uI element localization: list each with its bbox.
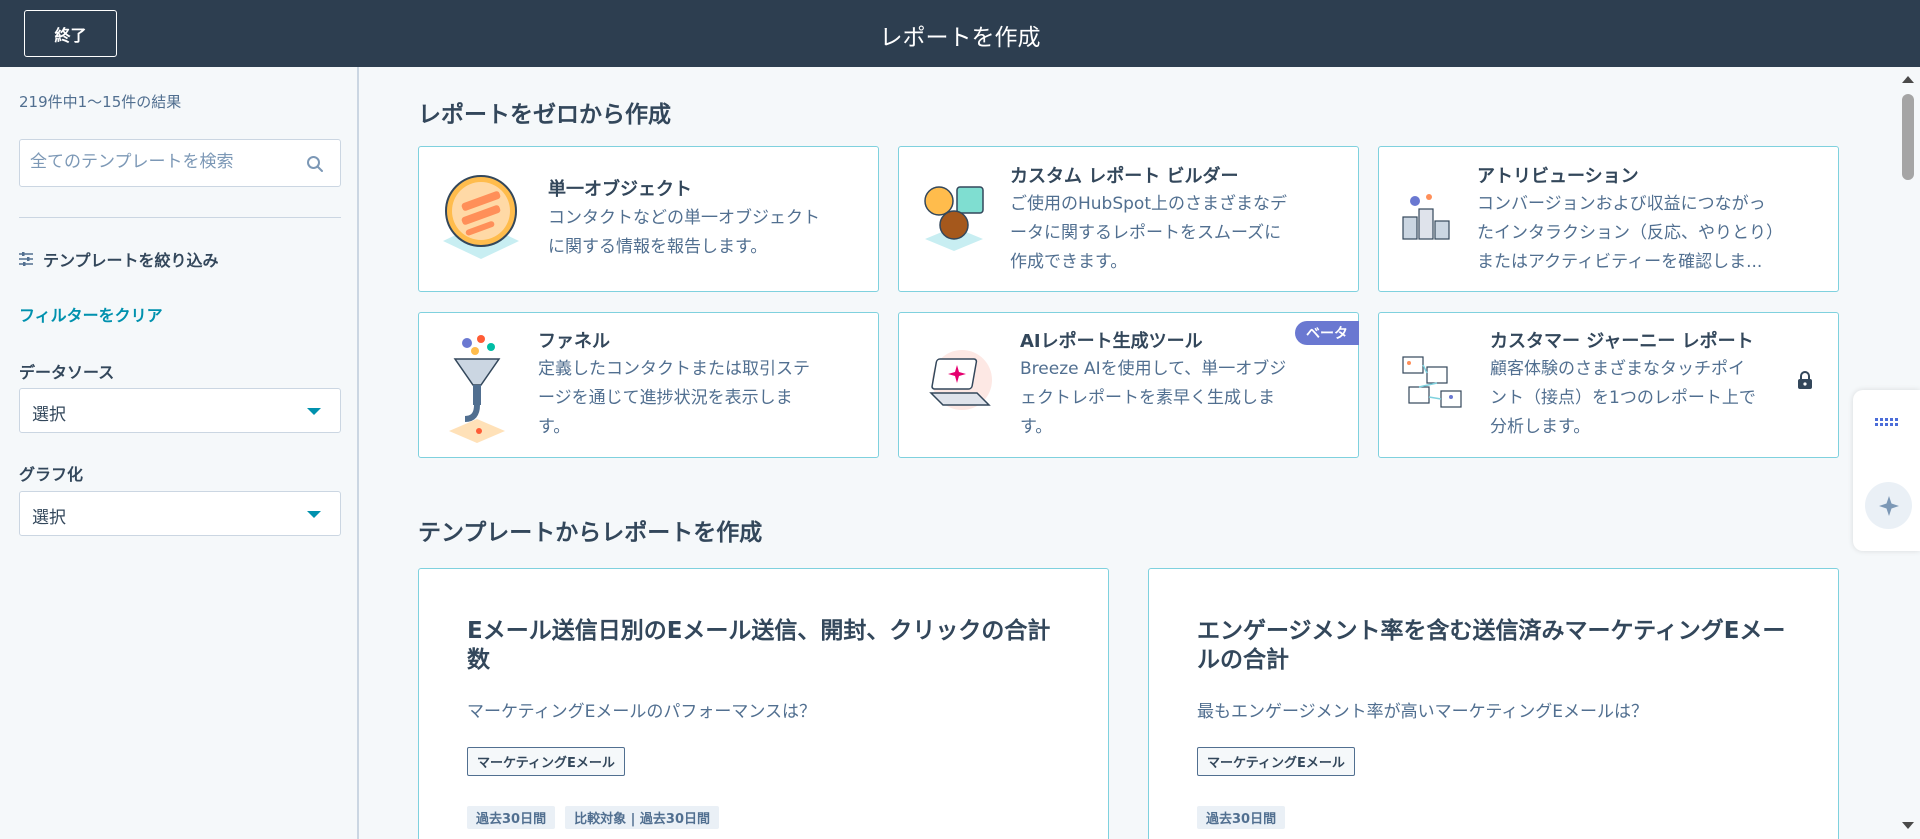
custom-report-builder-illustration — [924, 186, 984, 251]
single-object-illustration — [443, 175, 519, 259]
compare-range-chip: 比較対象 | 過去30日間 — [565, 806, 719, 829]
single-object-card[interactable]: 単一オブジェクト コンタクトなどの単一オブジェクト に関する情報を報告します。 — [418, 146, 879, 292]
date-range-chips: 過去30日間 比較対象 | 過去30日間 — [467, 806, 719, 829]
template-description: マーケティングEメールのパフォーマンスは？ — [467, 702, 817, 722]
data-source-value: 選択 — [32, 405, 66, 425]
data-source-tag: マーケティングEメール — [467, 747, 625, 776]
filter-toggle-label: テンプレートを絞り込み — [43, 251, 219, 270]
card-title: ファネル — [538, 331, 610, 352]
apps-grid-icon[interactable] — [1875, 418, 1901, 430]
card-description: 顧客体験のさまざまなタッチポイ ント（接点）を1つのレポート上で 分析します。 — [1490, 359, 1756, 437]
filter-toggle[interactable]: テンプレートを絞り込み — [19, 247, 219, 271]
scroll-down-arrow-icon[interactable] — [1902, 822, 1914, 829]
scroll-up-arrow-icon[interactable] — [1902, 76, 1914, 83]
card-title: 単一オブジェクト — [548, 179, 692, 200]
visualization-label: グラフ化 — [19, 465, 84, 484]
clear-filters-link[interactable]: フィルターをクリア — [19, 302, 163, 326]
result-count: 219件中1〜15件の結果 — [19, 93, 182, 111]
card-description: コンバージョンおよび収益につながっ たインタラクション（反応、やりとり） または… — [1477, 194, 1783, 272]
funnel-card[interactable]: ファネル 定義したコンタクトまたは取引ステ ージを通じて進捗状況を表示しま す。 — [418, 312, 879, 458]
ai-assistant-button[interactable] — [1865, 482, 1912, 529]
sidebar: 219件中1〜15件の結果 テンプレートを絞り込み フィルターをクリア データソ… — [0, 67, 359, 839]
card-title: カスタマー ジャーニー レポート — [1490, 331, 1754, 352]
card-title: アトリビューション — [1477, 166, 1639, 187]
date-range-chip: 過去30日間 — [1197, 806, 1286, 829]
date-range-chips: 過去30日間 — [1197, 806, 1286, 829]
customer-journey-illustration — [1402, 356, 1462, 408]
card-title: カスタム レポート ビルダー — [1010, 166, 1239, 187]
date-range-chip: 過去30日間 — [467, 806, 556, 829]
side-widget — [1853, 390, 1920, 551]
top-bar: 終了 レポートを作成 — [0, 0, 1920, 67]
template-section-title: テンプレートからレポートを作成 — [418, 520, 763, 546]
sparkle-icon — [1878, 495, 1899, 516]
lock-icon — [1798, 371, 1812, 389]
scrollbar-thumb[interactable] — [1902, 94, 1914, 180]
card-description: 定義したコンタクトまたは取引ステ ージを通じて進捗状況を表示しま す。 — [538, 359, 810, 437]
page-title: レポートを作成 — [879, 25, 1041, 51]
template-title: エンゲージメント率を含む送信済みマーケティングEメールの合計 — [1197, 618, 1786, 673]
customer-journey-card[interactable]: カスタマー ジャーニー レポート 顧客体験のさまざまなタッチポイ ント（接点）を… — [1378, 312, 1839, 458]
card-description: Breeze AIを使用して、単一オブジ ェクトレポートを素早く生成しま す。 — [1020, 359, 1287, 437]
beta-badge: ベータ — [1295, 321, 1359, 345]
chevron-down-icon — [307, 408, 321, 415]
data-source-select[interactable]: 選択 — [19, 388, 341, 433]
funnel-illustration — [449, 335, 505, 443]
attribution-card[interactable]: アトリビューション コンバージョンおよび収益につながっ たインタラクション（反応… — [1378, 146, 1839, 292]
data-source-label: データソース — [19, 363, 115, 382]
ai-report-generator-card[interactable]: AIレポート生成ツール Breeze AIを使用して、単一オブジ ェクトレポート… — [898, 312, 1359, 458]
template-card[interactable]: エンゲージメント率を含む送信済みマーケティングEメールの合計 最もエンゲージメン… — [1148, 568, 1839, 839]
template-description: 最もエンゲージメント率が高いマーケティングEメールは？ — [1197, 702, 1649, 722]
sidebar-divider — [19, 217, 341, 218]
search-icon[interactable] — [306, 155, 324, 173]
template-title: Eメール送信日別のEメール送信、開封、クリックの合計数 — [467, 618, 1051, 673]
data-source-tag: マーケティングEメール — [1197, 747, 1355, 776]
search-box[interactable] — [19, 139, 341, 187]
sliders-icon — [19, 252, 33, 266]
card-description: ご使用のHubSpot上のさまざまなデ ータに関するレポートをスムーズに 作成で… — [1010, 194, 1287, 272]
custom-report-builder-card[interactable]: カスタム レポート ビルダー ご使用のHubSpot上のさまざまなデ ータに関す… — [898, 146, 1359, 292]
main-content: レポートをゼロから作成 単一オブジェクト コンタクトなどの単一オブジェクト に関… — [361, 67, 1896, 839]
visualization-value: 選択 — [32, 508, 66, 528]
attribution-illustration — [1402, 194, 1450, 240]
template-card[interactable]: Eメール送信日別のEメール送信、開封、クリックの合計数 マーケティングEメールの… — [418, 568, 1109, 839]
laptop-sparkle-illustration — [929, 350, 992, 410]
card-title: AIレポート生成ツール — [1020, 331, 1203, 352]
scratch-section-title: レポートをゼロから作成 — [418, 102, 671, 128]
search-input[interactable] — [30, 152, 290, 172]
visualization-select[interactable]: 選択 — [19, 491, 341, 536]
card-description: コンタクトなどの単一オブジェクト に関する情報を報告します。 — [548, 208, 820, 257]
chevron-down-icon — [307, 511, 321, 518]
